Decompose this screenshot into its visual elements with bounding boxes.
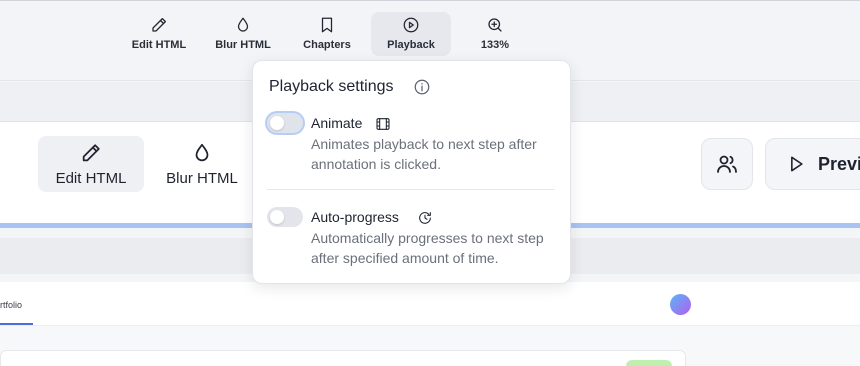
- users-icon: [717, 155, 737, 173]
- toolbar-chapters-button[interactable]: Chapters: [297, 12, 357, 56]
- toggle-knob: [270, 116, 284, 130]
- droplet-icon: [237, 17, 249, 32]
- toolbar-blur-html-label: Blur HTML: [215, 39, 271, 51]
- info-icon-svg: [414, 79, 430, 95]
- toolbar-playback-label: Playback: [387, 39, 435, 51]
- info-icon[interactable]: [413, 78, 431, 96]
- toolbar-edit-html-button[interactable]: Edit HTML: [128, 12, 190, 56]
- pencil-icon: [152, 17, 167, 32]
- tab-row: [0, 282, 860, 326]
- toggle-knob: [270, 210, 284, 224]
- tab-active-underline: [0, 323, 33, 325]
- canvas-blur-html-button[interactable]: Blur HTML: [154, 136, 250, 192]
- droplet-icon: [195, 143, 209, 161]
- canvas-preview-label: Previ: [818, 153, 860, 174]
- auto-progress-description: Automatically progresses to next step af…: [311, 230, 544, 266]
- status-indicator: [626, 360, 672, 366]
- content-card: [0, 350, 686, 366]
- canvas-users-button[interactable]: [701, 138, 753, 190]
- toolbar-chapters-label: Chapters: [303, 39, 351, 51]
- toolbar-zoom-button[interactable]: 133%: [475, 12, 515, 56]
- toolbar-edit-html-label: Edit HTML: [131, 39, 187, 51]
- editor-screen: Edit HTML Blur HTML Chapters Playback 13…: [0, 0, 860, 366]
- clock-refresh-icon: [417, 210, 433, 226]
- toolbar-playback-button[interactable]: Playback: [371, 12, 451, 56]
- popover-title: Playback settings: [269, 78, 394, 95]
- toolbar-zoom-label: 133%: [480, 39, 510, 51]
- auto-progress-label: Auto-progress: [311, 209, 399, 225]
- divider: [267, 189, 555, 190]
- auto-progress-toggle[interactable]: [267, 207, 303, 227]
- canvas-blur-html-label: Blur HTML: [166, 169, 238, 187]
- bookmark-icon: [321, 17, 333, 33]
- canvas-preview-button[interactable]: Previ: [765, 138, 860, 190]
- film-icon: [375, 116, 391, 132]
- zoom-in-icon: [488, 18, 502, 32]
- pencil-icon: [82, 143, 100, 161]
- play-circle-icon: [403, 17, 419, 33]
- play-icon: [791, 156, 803, 172]
- toolbar-blur-html-button[interactable]: Blur HTML: [211, 12, 275, 56]
- tab-portfolio[interactable]: rtfolio: [0, 300, 22, 310]
- playback-settings-popover: Playback settings Animate Animates playb…: [252, 60, 571, 284]
- canvas-edit-html-button[interactable]: Edit HTML: [38, 136, 144, 192]
- animate-description: Animates playback to next step after ann…: [311, 136, 537, 172]
- animate-label: Animate: [311, 115, 363, 131]
- avatar[interactable]: [670, 294, 691, 315]
- canvas-edit-html-label: Edit HTML: [55, 169, 127, 187]
- animate-toggle[interactable]: [267, 113, 303, 133]
